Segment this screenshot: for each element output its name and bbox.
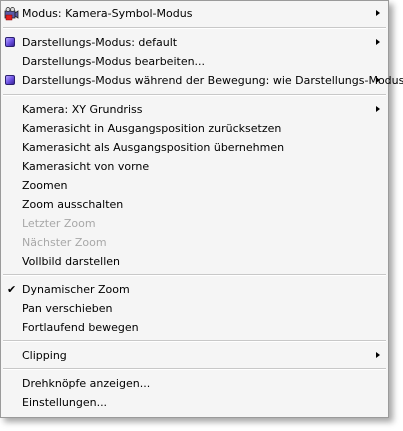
menu-item-darstellungs-modus-bearbeiten[interactable]: Darstellungs-Modus bearbeiten... bbox=[1, 52, 388, 71]
menu-item-label: Modus: Kamera-Symbol-Modus bbox=[22, 7, 193, 20]
menu-item-zoom-ausschalten[interactable]: Zoom ausschalten bbox=[1, 195, 388, 214]
menu-separator bbox=[3, 274, 386, 276]
camera-symbol-icon bbox=[4, 7, 19, 21]
menu-item-label: Darstellungs-Modus bearbeiten... bbox=[22, 55, 206, 68]
context-menu: Modus: Kamera-Symbol-Modus Darstellungs-… bbox=[0, 0, 403, 418]
menu-item-label: Letzter Zoom bbox=[22, 217, 96, 230]
menu-item-pan-verschieben[interactable]: Pan verschieben bbox=[1, 299, 388, 318]
menu-item-label: Kamerasicht von vorne bbox=[22, 160, 150, 173]
menu-item-kamerasicht-zuruecksetzen[interactable]: Kamerasicht in Ausgangsposition zurückse… bbox=[1, 119, 388, 138]
menu-item-label: Einstellungen... bbox=[22, 396, 108, 409]
menu-item-label: Kamera: XY Grundriss bbox=[22, 103, 143, 116]
menu-item-einstellungen[interactable]: Einstellungen... bbox=[1, 393, 388, 412]
menu-item-vollbild[interactable]: Vollbild darstellen bbox=[1, 252, 388, 271]
menu-item-label: Nächster Zoom bbox=[22, 236, 107, 249]
menu-item-naechster-zoom: Nächster Zoom bbox=[1, 233, 388, 252]
submenu-arrow-icon bbox=[376, 10, 380, 16]
display-mode-cube-icon bbox=[5, 37, 15, 47]
menu-item-dynamischer-zoom[interactable]: ✔ Dynamischer Zoom bbox=[1, 280, 388, 299]
menu-item-darstellungs-modus[interactable]: Darstellungs-Modus: default bbox=[1, 33, 388, 52]
menu-item-modus[interactable]: Modus: Kamera-Symbol-Modus bbox=[1, 4, 388, 23]
menu-item-label: Zoomen bbox=[22, 179, 68, 192]
menu-item-drehknoepfe[interactable]: Drehknöpfe anzeigen... bbox=[1, 374, 388, 393]
menu-item-label: Kamerasicht als Ausgangsposition überneh… bbox=[22, 141, 285, 154]
menu-item-label: Fortlaufend bewegen bbox=[22, 321, 139, 334]
menu-item-label: Zoom ausschalten bbox=[22, 198, 124, 211]
menu-separator bbox=[3, 340, 386, 342]
menu-item-clipping[interactable]: Clipping bbox=[1, 346, 388, 365]
submenu-arrow-icon bbox=[376, 39, 380, 45]
menu-separator bbox=[3, 27, 386, 29]
menu-separator bbox=[3, 368, 386, 370]
menu-item-label: Darstellungs-Modus: default bbox=[22, 36, 178, 49]
submenu-arrow-icon bbox=[376, 77, 380, 83]
menu-item-label: Drehknöpfe anzeigen... bbox=[22, 377, 151, 390]
menu-item-fortlaufend-bewegen[interactable]: Fortlaufend bewegen bbox=[1, 318, 388, 337]
menu-item-darstellungs-modus-bewegung[interactable]: Darstellungs-Modus während der Bewegung:… bbox=[1, 71, 403, 90]
display-mode-cube-icon bbox=[5, 75, 15, 85]
menu-item-label: Dynamischer Zoom bbox=[22, 283, 130, 296]
menu-item-letzter-zoom: Letzter Zoom bbox=[1, 214, 388, 233]
submenu-arrow-icon bbox=[376, 352, 380, 358]
menu-item-label: Darstellungs-Modus während der Bewegung:… bbox=[22, 74, 403, 87]
menu-item-kamerasicht-vorne[interactable]: Kamerasicht von vorne bbox=[1, 157, 388, 176]
menu-item-label: Pan verschieben bbox=[22, 302, 113, 315]
menu-item-kamerasicht-uebernehmen[interactable]: Kamerasicht als Ausgangsposition überneh… bbox=[1, 138, 388, 157]
menu-item-label: Vollbild darstellen bbox=[22, 255, 120, 268]
menu-item-label: Clipping bbox=[22, 349, 67, 362]
menu-separator bbox=[3, 94, 386, 96]
menu-item-kamera[interactable]: Kamera: XY Grundriss bbox=[1, 100, 388, 119]
checkmark-icon: ✔ bbox=[7, 283, 17, 296]
menu-item-zoomen[interactable]: Zoomen bbox=[1, 176, 388, 195]
submenu-arrow-icon bbox=[376, 106, 380, 112]
menu-item-label: Kamerasicht in Ausgangsposition zurückse… bbox=[22, 122, 282, 135]
